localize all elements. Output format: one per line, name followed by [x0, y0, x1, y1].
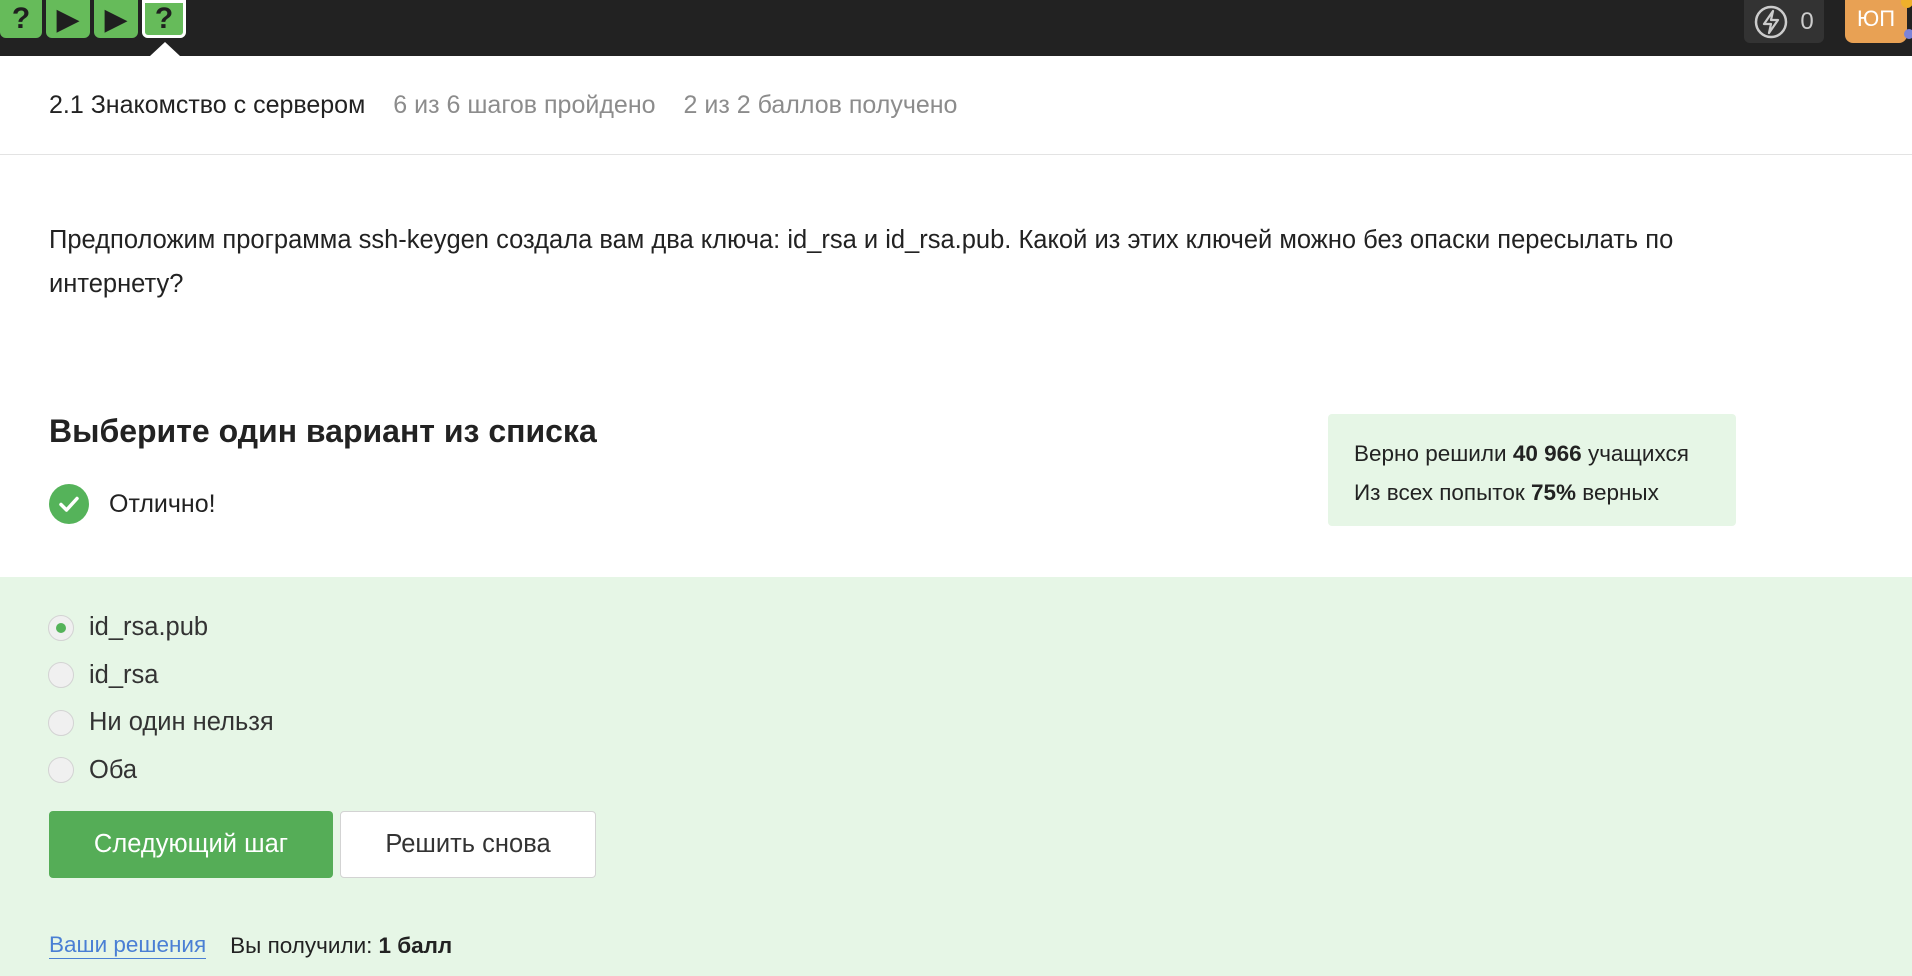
stats-solved-count: 40 966	[1512, 441, 1582, 466]
next-step-button[interactable]: Следующий шаг	[49, 811, 333, 878]
your-solutions-link[interactable]: Ваши решения	[49, 932, 207, 959]
notification-dot-icon	[1901, 0, 1912, 8]
score-label: Вы получили:	[230, 932, 373, 958]
status-dot-icon	[1904, 29, 1912, 39]
result-text: Отлично!	[109, 489, 216, 518]
step-play-icon[interactable]: ▶	[94, 0, 138, 38]
stats-attempts-suffix: верных	[1582, 480, 1659, 505]
option-label: Ни один нельзя	[89, 708, 274, 737]
radio-icon[interactable]	[48, 709, 74, 736]
option-label: Оба	[89, 755, 138, 784]
check-circle-icon	[49, 484, 89, 524]
user-avatar[interactable]: ЮП	[1845, 0, 1907, 43]
result-message: Отлично!	[49, 484, 216, 524]
stats-solved-label: Верно решили	[1354, 441, 1507, 466]
option-id-rsa-pub[interactable]: id_rsa.pub	[48, 604, 274, 652]
lesson-points: 2 из 2 баллов получено	[683, 90, 958, 119]
score-line: Ваши решения Вы получили: 1 балл	[49, 932, 452, 959]
lesson-progress: 6 из 6 шагов пройдено	[393, 90, 656, 119]
lesson-header: 2.1 Знакомство с сервером 6 из 6 шагов п…	[0, 56, 1912, 155]
stats-attempts-line: Из всех попыток 75% верных	[1354, 473, 1710, 512]
current-step-pointer-icon	[150, 42, 180, 56]
answer-area: id_rsa.pub id_rsa Ни один нельзя Оба Сле…	[0, 577, 1912, 976]
radio-icon[interactable]	[48, 757, 74, 784]
answer-options: id_rsa.pub id_rsa Ни один нельзя Оба	[48, 604, 274, 794]
step-play-icon[interactable]: ▶	[46, 0, 90, 38]
solution-stats: Верно решили 40 966 учащихся Из всех поп…	[1328, 414, 1736, 526]
score-value: 1 балл	[378, 932, 453, 958]
lightning-icon	[1754, 5, 1788, 39]
option-none[interactable]: Ни один нельзя	[48, 699, 274, 747]
step-question-icon-current[interactable]: ?	[142, 0, 186, 38]
energy-count: 0	[1800, 7, 1814, 35]
option-both[interactable]: Оба	[48, 747, 274, 795]
top-navigation-bar: ? ▶ ▶ ? 0 ЮП	[0, 0, 1912, 56]
radio-selected-icon[interactable]	[48, 614, 74, 641]
option-id-rsa[interactable]: id_rsa	[48, 652, 274, 700]
question-text: Предположим программа ssh-keygen создала…	[49, 226, 1674, 298]
lesson-title[interactable]: 2.1 Знакомство с сервером	[49, 91, 365, 120]
radio-icon[interactable]	[48, 662, 74, 689]
step-question-icon[interactable]: ?	[0, 0, 42, 38]
choose-title: Выберите один вариант из списка	[49, 413, 597, 449]
energy-counter[interactable]: 0	[1744, 0, 1824, 43]
stats-attempts-label: Из всех попыток	[1354, 480, 1525, 505]
option-label: id_rsa	[89, 660, 159, 689]
solve-again-button[interactable]: Решить снова	[340, 811, 596, 878]
option-label: id_rsa.pub	[89, 613, 209, 642]
stats-attempts-percent: 75%	[1530, 480, 1576, 505]
stats-solved-line: Верно решили 40 966 учащихся	[1354, 434, 1710, 473]
stats-solved-suffix: учащихся	[1587, 441, 1689, 466]
step-navigation: ? ▶ ▶ ?	[0, 0, 186, 38]
